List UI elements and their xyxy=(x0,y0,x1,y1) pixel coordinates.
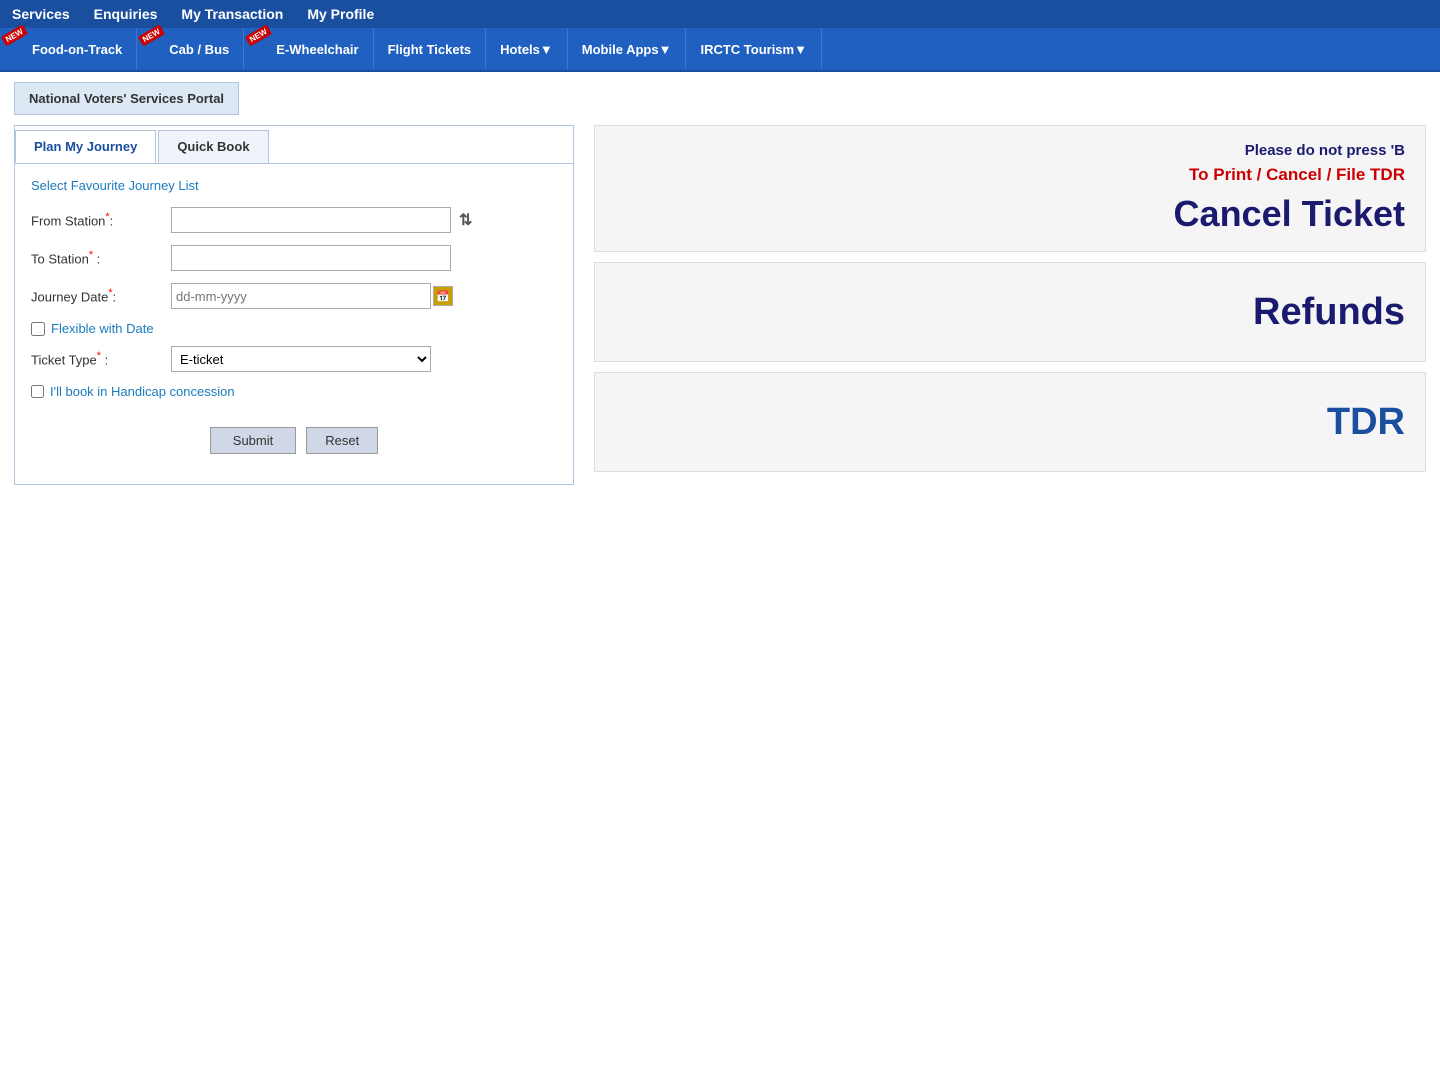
tab-quick-book[interactable]: Quick Book xyxy=(158,130,268,163)
nav-my-profile[interactable]: My Profile xyxy=(307,6,374,22)
nav-e-wheelchair[interactable]: NEW E-Wheelchair xyxy=(244,28,373,70)
journey-date-input[interactable] xyxy=(171,283,431,309)
nav-food-on-track[interactable]: NEW Food-on-Track xyxy=(0,28,137,70)
ticket-type-select[interactable]: E-ticket I-ticket xyxy=(171,346,431,372)
to-station-input[interactable] xyxy=(171,245,451,271)
flexible-date-row: Flexible with Date xyxy=(31,321,557,336)
nav-hotels[interactable]: Hotels▼ xyxy=(486,28,568,70)
ticket-type-row: Ticket Type* : E-ticket I-ticket xyxy=(31,346,557,372)
nav-irctc-tourism[interactable]: IRCTC Tourism▼ xyxy=(686,28,822,70)
new-badge-cab: NEW xyxy=(138,25,165,47)
handicap-checkbox[interactable] xyxy=(31,385,44,398)
tdr-text[interactable]: TDR xyxy=(1327,401,1405,444)
journey-date-label: Journey Date*: xyxy=(31,287,171,304)
swap-stations-icon[interactable]: ⇅ xyxy=(459,210,472,230)
nav-my-transaction[interactable]: My Transaction xyxy=(181,6,283,22)
do-not-press-text: Please do not press 'B xyxy=(1245,142,1405,159)
to-station-label: To Station* : xyxy=(31,249,171,266)
nav-enquiries[interactable]: Enquiries xyxy=(94,6,158,22)
new-badge-food: NEW xyxy=(1,25,28,47)
nav-services[interactable]: Services xyxy=(12,6,70,22)
handicap-label[interactable]: I'll book in Handicap concession xyxy=(50,384,235,399)
tab-row: Plan My Journey Quick Book xyxy=(15,126,573,164)
cancel-ticket-box: Please do not press 'B To Print / Cancel… xyxy=(594,125,1426,252)
nav-mobile-apps[interactable]: Mobile Apps▼ xyxy=(568,28,687,70)
top-nav: Services Enquiries My Transaction My Pro… xyxy=(0,0,1440,28)
form-buttons: Submit Reset xyxy=(31,417,557,470)
cancel-ticket-text[interactable]: Cancel Ticket xyxy=(1174,193,1405,235)
refunds-text[interactable]: Refunds xyxy=(1253,291,1405,334)
new-badge-wheelchair: NEW xyxy=(245,25,272,47)
journey-date-row: Journey Date*: 📅 xyxy=(31,283,557,309)
from-station-label: From Station*: xyxy=(31,211,171,228)
booking-panel: Plan My Journey Quick Book Select Favour… xyxy=(14,125,574,485)
right-panel: Please do not press 'B To Print / Cancel… xyxy=(594,125,1426,485)
nav-flight-tickets[interactable]: Flight Tickets xyxy=(374,28,487,70)
voters-banner[interactable]: National Voters' Services Portal xyxy=(0,72,1440,125)
second-nav: NEW Food-on-Track NEW Cab / Bus NEW E-Wh… xyxy=(0,28,1440,72)
main-content: Plan My Journey Quick Book Select Favour… xyxy=(0,125,1440,485)
from-station-row: From Station*: ⇅ xyxy=(31,207,557,233)
nav-cab-bus[interactable]: NEW Cab / Bus xyxy=(137,28,244,70)
tab-plan-my-journey[interactable]: Plan My Journey xyxy=(15,130,156,163)
handicap-row: I'll book in Handicap concession xyxy=(31,384,557,399)
refunds-box: Refunds xyxy=(594,262,1426,362)
booking-form: Select Favourite Journey List From Stati… xyxy=(15,164,573,484)
flexible-date-label[interactable]: Flexible with Date xyxy=(51,321,154,336)
favourite-journey-link[interactable]: Select Favourite Journey List xyxy=(31,178,557,193)
date-input-wrap: 📅 xyxy=(171,283,453,309)
reset-button[interactable]: Reset xyxy=(306,427,378,454)
to-station-row: To Station* : xyxy=(31,245,557,271)
calendar-icon[interactable]: 📅 xyxy=(433,286,453,306)
submit-button[interactable]: Submit xyxy=(210,427,296,454)
flexible-date-checkbox[interactable] xyxy=(31,322,45,336)
ticket-type-label: Ticket Type* : xyxy=(31,350,171,367)
tdr-box: TDR xyxy=(594,372,1426,472)
from-station-input[interactable] xyxy=(171,207,451,233)
to-print-text: To Print / Cancel / File TDR xyxy=(1189,165,1405,185)
